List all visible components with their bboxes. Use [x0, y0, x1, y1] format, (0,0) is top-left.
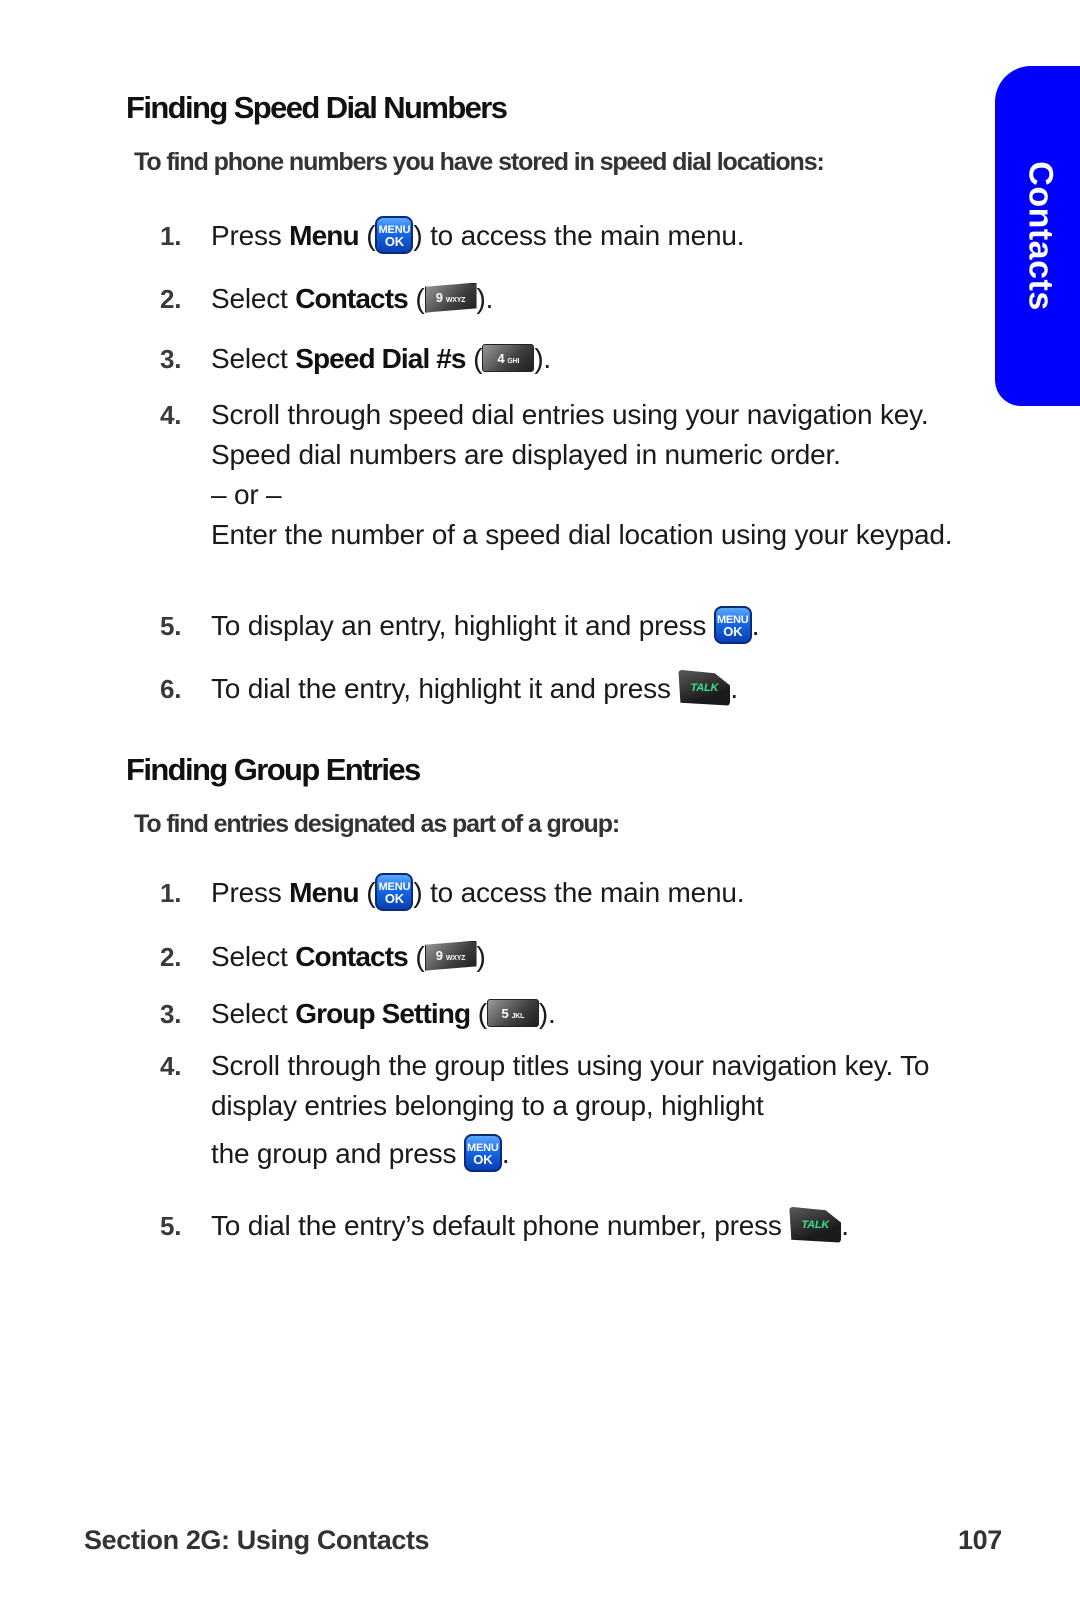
- contacts-term: Contacts: [295, 941, 408, 972]
- step-text: (: [358, 220, 376, 251]
- step-text: To dial the entry, highlight it and pres…: [211, 673, 679, 704]
- side-tab-label: Contacts: [1021, 161, 1060, 311]
- step-text: Select: [211, 941, 296, 972]
- step-text: ).: [534, 343, 552, 374]
- talk-key-icon: TALK: [789, 1206, 842, 1243]
- step-text: (: [358, 877, 376, 908]
- step-text: Press: [211, 877, 290, 908]
- menu-term: Menu: [289, 877, 359, 908]
- step-text: ): [476, 941, 486, 972]
- step-text: (: [465, 343, 483, 374]
- step-text: Select: [211, 998, 296, 1029]
- step-text: To display an entry, highlight it and pr…: [211, 610, 714, 641]
- step-text: .: [751, 610, 760, 641]
- step-text: (: [470, 998, 487, 1029]
- step-number: 2.: [160, 284, 182, 314]
- step-number: 2.: [160, 942, 182, 972]
- menu-term: Menu: [289, 220, 359, 251]
- four-ghi-key-icon: 4 GHI: [482, 343, 535, 372]
- step-text: .: [730, 673, 738, 704]
- step-text: Select: [211, 343, 296, 374]
- step-text: ) to access the main menu.: [413, 877, 745, 908]
- or-separator: – or –: [211, 479, 282, 510]
- step-text: the group and press: [211, 1138, 464, 1169]
- step-text: ).: [476, 283, 494, 314]
- intro-group-entries: To find entries designated as part of a …: [134, 810, 620, 838]
- step-text: Select: [211, 283, 296, 314]
- step-text: Enter the number of a speed dial locatio…: [211, 519, 953, 550]
- step-number: 3.: [160, 999, 182, 1029]
- step-number: 6.: [160, 674, 182, 704]
- step-text: .: [501, 1138, 510, 1169]
- step-number: 1.: [160, 878, 182, 908]
- step-text: ) to access the main menu.: [413, 220, 745, 251]
- step-text: .: [841, 1210, 849, 1241]
- contacts-term: Contacts: [295, 283, 408, 314]
- step-number: 5.: [160, 611, 182, 641]
- footer-section-title: Section 2G: Using Contacts: [84, 1525, 430, 1555]
- intro-speed-dial: To find phone numbers you have stored in…: [134, 148, 825, 176]
- page-number: 107: [958, 1525, 1002, 1555]
- step-number: 3.: [160, 344, 182, 374]
- step-number: 4.: [160, 1051, 182, 1081]
- menu-ok-key-icon: MENU OK: [463, 1133, 502, 1172]
- step-text: (: [407, 941, 425, 972]
- nine-wxyz-key-icon: 9 WXYZ: [424, 940, 477, 971]
- step-text: (: [407, 283, 425, 314]
- talk-key-icon: TALK: [678, 669, 731, 706]
- menu-ok-key-icon: MENU OK: [713, 605, 752, 644]
- nine-wxyz-key-icon: 9 WXYZ: [424, 282, 477, 313]
- step-text: Press: [211, 220, 290, 251]
- contacts-side-tab: Contacts: [995, 66, 1080, 406]
- step-number: 4.: [160, 400, 182, 430]
- heading-group-entries: Finding Group Entries: [126, 752, 421, 787]
- step-text: ).: [538, 998, 556, 1029]
- step-number: 5.: [160, 1211, 182, 1241]
- heading-speed-dial: Finding Speed Dial Numbers: [126, 90, 508, 125]
- step-text: Scroll through speed dial entries using …: [211, 399, 929, 470]
- step-number: 1.: [160, 221, 182, 251]
- group-setting-term: Group Setting: [295, 998, 471, 1029]
- step-text: To dial the entry’s default phone number…: [211, 1210, 790, 1241]
- speed-dial-term: Speed Dial #s: [295, 343, 466, 374]
- menu-ok-key-icon: MENU OK: [375, 872, 414, 911]
- menu-ok-key-icon: MENU OK: [375, 215, 414, 254]
- five-jkl-key-icon: 5 JKL: [486, 998, 539, 1027]
- step-text: Scroll through the group titles using yo…: [211, 1050, 930, 1121]
